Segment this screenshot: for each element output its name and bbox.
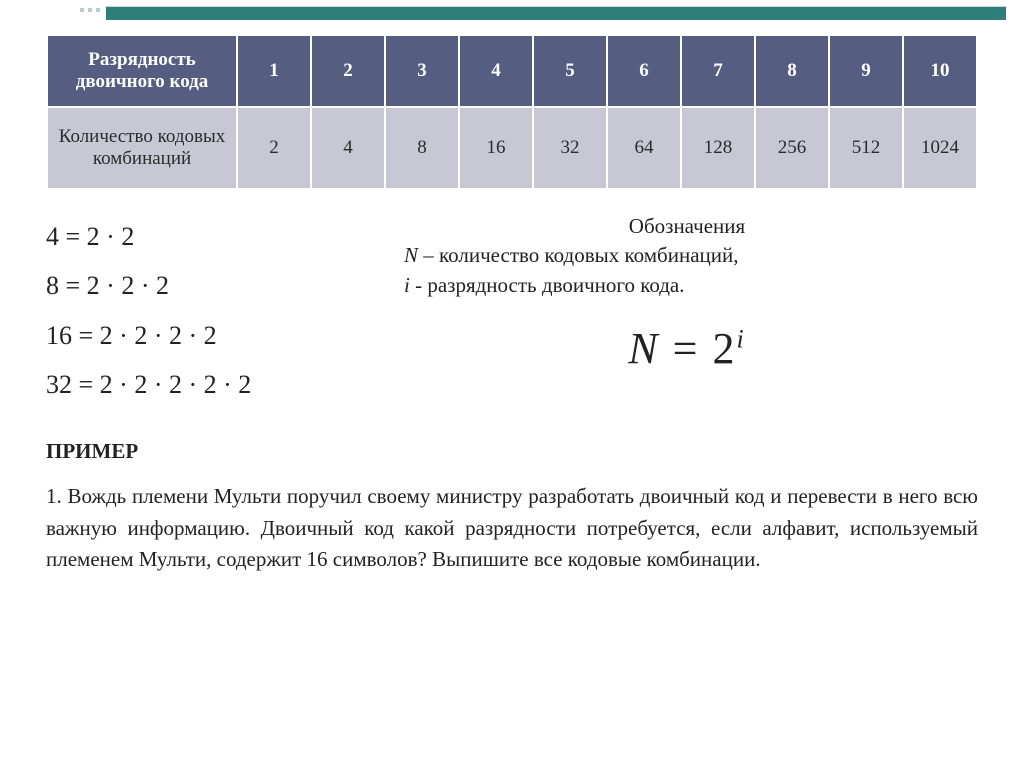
bits-cell: 6 — [607, 35, 681, 107]
example-heading: ПРИМЕР — [46, 436, 978, 468]
row1-label: Разрядность двоичного кода — [47, 35, 237, 107]
notation-n-line: N – количество кодовых комбинаций, — [396, 241, 978, 270]
bits-cell: 7 — [681, 35, 755, 107]
accent-dots — [80, 6, 100, 28]
comb-cell: 64 — [607, 107, 681, 189]
comb-cell: 1024 — [903, 107, 977, 189]
i-desc: - разрядность двоичного кода. — [410, 273, 685, 297]
formula-eq: = 2 — [660, 324, 737, 373]
equation-line: 8 = 2 · 2 · 2 — [46, 261, 366, 310]
comb-cell: 32 — [533, 107, 607, 189]
bits-cell: 8 — [755, 35, 829, 107]
comb-cell: 16 — [459, 107, 533, 189]
main-formula: N = 2i — [396, 318, 978, 380]
bits-cell: 10 — [903, 35, 977, 107]
comb-cell: 4 — [311, 107, 385, 189]
factor-equations: 4 = 2 · 2 8 = 2 · 2 · 2 16 = 2 · 2 · 2 ·… — [46, 212, 366, 410]
comb-cell: 128 — [681, 107, 755, 189]
bits-cell: 1 — [237, 35, 311, 107]
notation-block: Обозначения N – количество кодовых комби… — [396, 212, 978, 410]
bits-cell: 4 — [459, 35, 533, 107]
equation-line: 16 = 2 · 2 · 2 · 2 — [46, 311, 366, 360]
formula-n: N — [628, 324, 659, 373]
comb-cell: 8 — [385, 107, 459, 189]
formula-exponent: i — [736, 325, 745, 354]
slide-top-accent — [0, 0, 1024, 28]
row2-label: Количество кодовых комбинаций — [47, 107, 237, 189]
equation-line: 4 = 2 · 2 — [46, 212, 366, 261]
bits-cell: 2 — [311, 35, 385, 107]
equation-line: 32 = 2 · 2 · 2 · 2 · 2 — [46, 360, 366, 409]
comb-cell: 256 — [755, 107, 829, 189]
example-block: ПРИМЕР 1. Вождь племени Мульти поручил с… — [46, 436, 978, 576]
notation-i-line: i - разрядность двоичного кода. — [396, 271, 978, 300]
bits-cell: 5 — [533, 35, 607, 107]
n-desc: – количество кодовых комбинаций, — [418, 243, 738, 267]
n-symbol: N — [404, 243, 418, 267]
binary-code-table: Разрядность двоичного кода 1 2 3 4 5 6 7… — [46, 34, 978, 190]
bits-cell: 3 — [385, 35, 459, 107]
notation-title: Обозначения — [396, 212, 978, 241]
example-body: 1. Вождь племени Мульти поручил своему м… — [46, 481, 978, 576]
comb-cell: 2 — [237, 107, 311, 189]
comb-cell: 512 — [829, 107, 903, 189]
bits-cell: 9 — [829, 35, 903, 107]
accent-bar — [106, 6, 1006, 20]
